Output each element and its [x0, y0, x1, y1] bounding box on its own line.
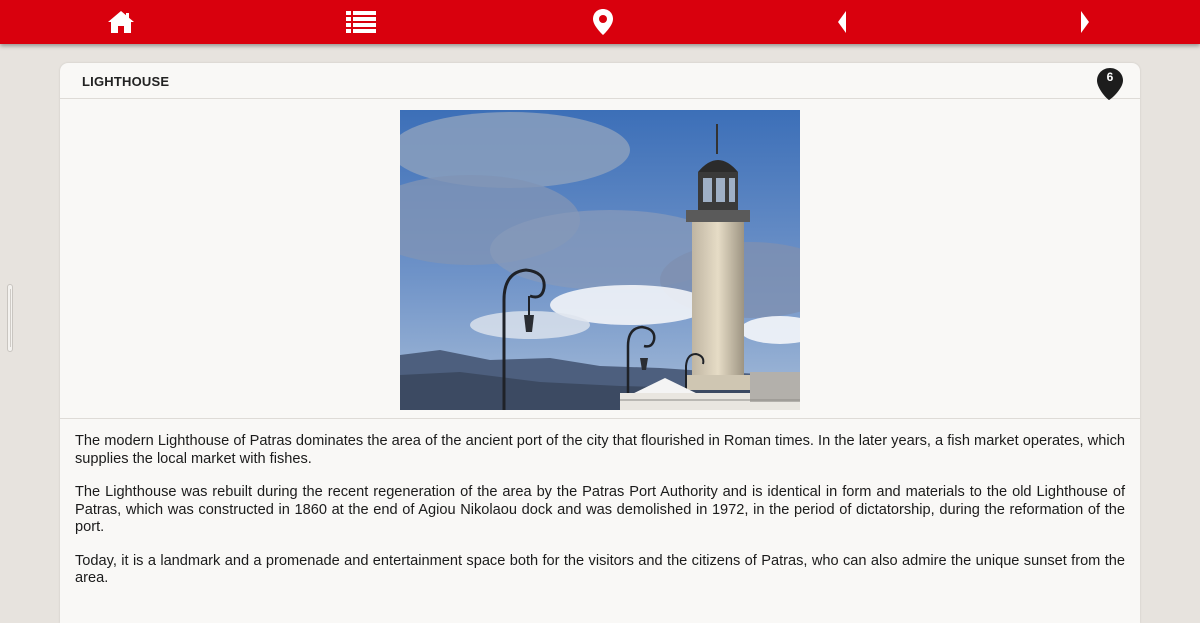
next-button[interactable]: [1055, 0, 1115, 44]
paragraph-3: Today, it is a landmark and a promenade …: [75, 552, 1125, 587]
map-button[interactable]: [573, 0, 633, 44]
previous-icon: [838, 11, 846, 33]
next-icon: [1081, 11, 1089, 33]
side-drawer-handle[interactable]: [7, 284, 13, 352]
paragraph-1: The modern Lighthouse of Patras dominate…: [75, 433, 1125, 467]
previous-button[interactable]: [812, 0, 872, 44]
card-header: LIGHTHOUSE 6: [60, 63, 1140, 101]
content-divider: [60, 418, 1140, 419]
content-card: LIGHTHOUSE 6 The modern Lighthouse of Pa…: [60, 63, 1140, 623]
description-text: The modern Lighthouse of Patras dominate…: [75, 433, 1125, 604]
map-pin-icon: [593, 9, 613, 35]
list-icon: [346, 11, 376, 33]
paragraph-2: The Lighthouse was rebuilt during the re…: [75, 484, 1125, 535]
lighthouse-photo: [400, 110, 800, 410]
home-icon: [108, 11, 134, 33]
home-button[interactable]: [91, 0, 151, 44]
page-title: LIGHTHOUSE: [82, 74, 170, 89]
badge-count: 6: [1106, 70, 1114, 84]
list-button[interactable]: [331, 0, 391, 44]
location-pin-badge[interactable]: 6: [1096, 67, 1124, 101]
top-toolbar: [0, 0, 1200, 44]
